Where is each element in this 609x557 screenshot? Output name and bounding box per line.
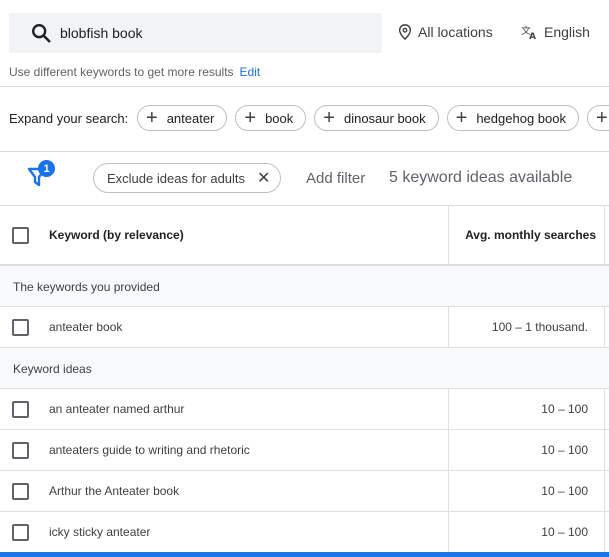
- bottom-action-bar: [0, 552, 609, 557]
- add-filter-button[interactable]: Add filter: [306, 170, 365, 187]
- divider: [0, 86, 609, 87]
- row-checkbox[interactable]: [12, 524, 29, 541]
- search-value: blobfish book: [60, 25, 143, 41]
- keyword-cell: an anteater named arthur: [49, 402, 185, 416]
- plus-icon: +: [455, 107, 468, 129]
- divider: [0, 151, 609, 152]
- searches-cell: 10 – 100: [541, 402, 588, 416]
- exclude-adult-ideas-chip[interactable]: Exclude ideas for adults ✕: [93, 163, 282, 193]
- group-header-provided: The keywords you provided: [0, 266, 609, 307]
- expand-chip-anteater[interactable]: + anteater: [137, 105, 228, 131]
- expand-chip-book[interactable]: + book: [235, 105, 307, 131]
- filter-count-badge: 1: [38, 160, 55, 177]
- language-label: English: [544, 24, 590, 40]
- table-header: Keyword (by relevance) Avg. monthly sear…: [0, 205, 609, 266]
- expand-chip-dinosaur-book[interactable]: + dinosaur book: [314, 105, 439, 131]
- location-selector[interactable]: All locations: [398, 24, 493, 40]
- keyword-search-input[interactable]: blobfish book: [9, 13, 382, 53]
- keyword-cell: Arthur the Anteater book: [49, 484, 180, 498]
- row-checkbox[interactable]: [12, 401, 29, 418]
- location-label: All locations: [418, 24, 493, 40]
- translate-icon: 文A: [521, 24, 536, 40]
- adult-chip-label: Exclude ideas for adults: [107, 170, 246, 186]
- keyword-table: Keyword (by relevance) Avg. monthly sear…: [0, 205, 609, 553]
- expand-chips: + anteater + book + dinosaur book + hedgehog…: [137, 105, 609, 131]
- row-checkbox[interactable]: [12, 442, 29, 459]
- expand-chip-more[interactable]: +: [586, 105, 609, 131]
- keyword-cell: anteater book: [49, 320, 123, 334]
- expand-chip-hedgehog-book[interactable]: + hedgehog book: [446, 105, 579, 131]
- plus-icon: +: [323, 107, 335, 129]
- row-checkbox[interactable]: [12, 483, 29, 500]
- hint-text: Use different keywords to get more resul…: [9, 65, 234, 79]
- edit-link[interactable]: Edit: [240, 65, 261, 79]
- expand-search-label: Expand your search:: [9, 111, 129, 126]
- column-header-searches[interactable]: Avg. monthly searches: [465, 228, 596, 242]
- close-icon[interactable]: ✕: [257, 168, 270, 188]
- table-row: anteater book 100 – 1 thousand.: [0, 307, 609, 348]
- column-header-keyword[interactable]: Keyword (by relevance): [49, 228, 184, 242]
- searches-cell: 10 – 100: [541, 484, 588, 498]
- plus-icon: +: [146, 107, 158, 129]
- searches-cell: 10 – 100: [541, 525, 588, 539]
- table-row: Arthur the Anteater book 10 – 100: [0, 471, 609, 512]
- searches-cell: 100 – 1 thousand.: [491, 320, 588, 334]
- table-row: an anteater named arthur 10 – 100: [0, 389, 609, 430]
- keyword-cell: anteaters guide to writing and rhetoric: [49, 443, 250, 457]
- table-row: anteaters guide to writing and rhetoric …: [0, 430, 609, 471]
- location-pin-icon: [398, 24, 412, 40]
- searches-cell: 10 – 100: [541, 443, 588, 457]
- keyword-cell: icky sticky anteater: [49, 525, 151, 539]
- row-checkbox[interactable]: [12, 319, 29, 336]
- plus-icon: +: [595, 107, 608, 129]
- plus-icon: +: [244, 107, 257, 129]
- language-selector[interactable]: 文A English: [521, 24, 590, 40]
- svg-text:A: A: [529, 32, 536, 40]
- table-row: icky sticky anteater 10 – 100: [0, 512, 609, 553]
- keyword-hint: Use different keywords to get more resul…: [9, 65, 260, 79]
- search-icon: [30, 22, 52, 44]
- ideas-available-count: 5 keyword ideas available: [389, 169, 573, 186]
- select-all-checkbox[interactable]: [12, 227, 29, 244]
- group-header-ideas: Keyword ideas: [0, 348, 609, 389]
